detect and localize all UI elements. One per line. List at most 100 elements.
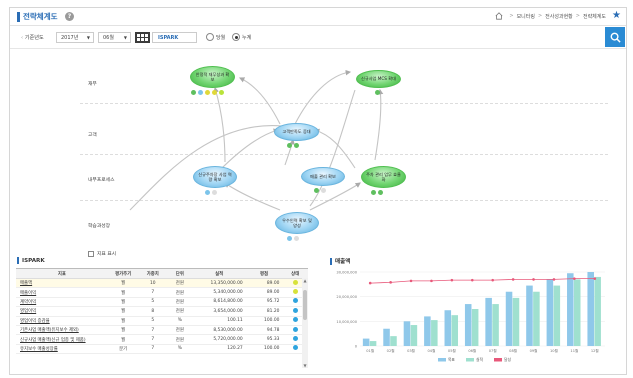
org-tree-icon[interactable] (135, 32, 150, 43)
status-dots (191, 90, 224, 95)
status-dots (287, 143, 299, 148)
home-icon[interactable] (495, 12, 503, 20)
breadcrumb: > 모니터링 > 전사성과현황 > 전략체계도 (495, 12, 606, 20)
kpi-name-link[interactable]: 영업이익 (16, 306, 108, 317)
kpi-name-link[interactable]: 매출액 (16, 278, 108, 289)
table-cell: 월 (107, 287, 139, 298)
table-cell: 3,654,000.00 (192, 306, 246, 317)
table-cell: 월 (107, 297, 139, 308)
line-point (450, 278, 454, 282)
bar-실적 (492, 304, 499, 346)
kpi-name-link[interactable]: 영업이익 증감율 (16, 316, 108, 326)
filter-bar: ‹ 기준년도 2017년 ▼ 06월 ▼ ISPARK 당월 누계 (10, 27, 626, 49)
table-cell: 89.00 (245, 287, 283, 298)
table-row[interactable]: 매출액 월 10 천원 13,350,000.00 89.00 (16, 278, 308, 289)
kpi-name-link[interactable]: 유지보수 매출성장률 (16, 344, 108, 355)
x-tick-label: 12월 (591, 348, 599, 353)
strategy-node[interactable]: 고객만족도 증대 (274, 123, 319, 141)
table-cell: 7 (138, 334, 168, 345)
x-tick-label: 02월 (387, 348, 395, 353)
month-select[interactable]: 06월 ▼ (98, 32, 131, 43)
table-cell: 100.00 (245, 344, 283, 355)
show-indicator-checkbox[interactable]: 지표 표시 (88, 250, 116, 257)
bar-목표 (485, 297, 492, 346)
table-row[interactable]: 영업이익 월 8 천원 3,654,000.00 81.20 (16, 306, 308, 317)
line-point (409, 279, 413, 283)
bar-실적 (390, 336, 397, 346)
table-row[interactable]: 계약이익 월 5 천원 8,614,800.00 95.72 (16, 297, 308, 308)
bar-목표 (403, 321, 411, 346)
x-tick-label: 05월 (448, 348, 456, 353)
strategy-node[interactable]: 우수인력 확보 및 양성 (275, 212, 319, 234)
table-cell: 분기 (107, 344, 139, 355)
table-header-row: 지표 평가주기 가중치 단위 실적 평점 상태 (16, 268, 308, 279)
year-label: ‹ 기준년도 (21, 35, 44, 41)
radio-cumulative[interactable]: 누계 (232, 33, 251, 41)
col-header: 지표 (16, 268, 108, 279)
bar-실적 (512, 297, 520, 346)
status-dot-icon (292, 345, 298, 351)
table-cell: 천원 (167, 306, 193, 317)
table-cell: 월 (107, 278, 139, 289)
status-dot-icon (292, 289, 298, 295)
table-cell: % (167, 344, 193, 355)
table-scrollbar[interactable]: ▲ ▼ (302, 278, 308, 368)
kpi-name-link[interactable]: 계약이익 (16, 297, 108, 308)
year-select[interactable]: 2017년 ▼ (56, 32, 94, 43)
line-point (389, 281, 392, 284)
strategy-node[interactable]: 안정적 재무성과 확보 (190, 66, 235, 88)
table-row[interactable]: 매출이익 월 7 천원 5,340,000.00 89.00 (16, 287, 308, 298)
table-row[interactable]: 영업이익 증감율 월 5% 100.11 100.00 (16, 316, 308, 326)
bar-목표 (567, 273, 574, 346)
status-dot-icon (292, 298, 298, 304)
table-cell: 5 (138, 316, 168, 326)
breadcrumb-item[interactable]: 모니터링 (517, 13, 535, 20)
strategy-node[interactable]: 주차 관리 업무 효율화 (361, 166, 406, 188)
col-header: 가중치 (138, 268, 168, 279)
bar-실적 (369, 341, 377, 346)
strategy-node[interactable]: 신규주차장 사업 역량 확보 (193, 166, 237, 188)
bar-목표 (444, 310, 452, 346)
kpi-name-link[interactable]: 신규사업 매출액(신규 업종 및 제품) (16, 334, 108, 345)
radio-single-month[interactable]: 당월 (206, 33, 225, 41)
title-accent-bar (17, 12, 20, 22)
col-header: 실적 (192, 268, 246, 279)
col-header: 상태 (282, 268, 308, 279)
strategy-node[interactable]: 신규사업 MCS 확대 (356, 70, 401, 88)
table-row[interactable]: 유지보수 매출성장률 분기 7% 120.27 100.00 (16, 344, 308, 355)
col-header: 단위 (167, 268, 193, 279)
bar-목표 (424, 316, 431, 346)
table-cell: 월 (107, 306, 139, 317)
table-title: ISPARK (17, 257, 45, 264)
table-cell: 천원 (167, 278, 193, 289)
sales-chart: 30,000,000 20,000,000 10,000,000 0 01월 02월 03월… (336, 271, 605, 362)
kpi-name-link[interactable]: 매출이익 (16, 287, 108, 298)
bar-목표 (464, 304, 472, 346)
table-cell: 94.78 (245, 325, 283, 336)
bar-실적 (533, 291, 540, 346)
line-point (491, 278, 495, 282)
status-dots (205, 190, 217, 195)
line-point (532, 278, 535, 281)
help-icon[interactable]: ? (65, 12, 74, 21)
kpi-name-link[interactable]: 기존사업 매출액(유지보수 제외) (16, 325, 108, 336)
target-org-field[interactable]: ISPARK (152, 32, 197, 43)
bar-실적 (451, 315, 459, 346)
bar-목표 (505, 291, 513, 346)
search-button[interactable] (605, 27, 625, 47)
x-tick-label: 01월 (366, 348, 374, 353)
strategy-map: 재무 고객 내부프로세스 학습과성장 안정적 재무성과 확보 신규사업 MCS … (10, 50, 626, 262)
strategy-node[interactable]: 매출 관리 확보 (301, 167, 345, 186)
status-dot-icon (292, 317, 298, 323)
bar-실적 (553, 285, 561, 346)
table-cell: 100.00 (245, 316, 283, 326)
table-cell: 8,530,000.00 (192, 325, 246, 336)
breadcrumb-item[interactable]: 전사성과현황 (545, 13, 573, 20)
bar-실적 (471, 309, 479, 346)
table-row[interactable]: 기존사업 매출액(유지보수 제외) 월 7 천원 8,530,000.00 94.78 (16, 325, 308, 336)
legend-label: 실적 (476, 357, 483, 362)
favorite-star-icon[interactable]: ★ (612, 10, 621, 21)
table-row[interactable]: 신규사업 매출액(신규 업종 및 제품) 월 7 천원 5,720,000.00 95.3… (16, 334, 308, 345)
table-cell: 7 (138, 287, 168, 298)
x-tick-label: 08월 (509, 348, 517, 353)
